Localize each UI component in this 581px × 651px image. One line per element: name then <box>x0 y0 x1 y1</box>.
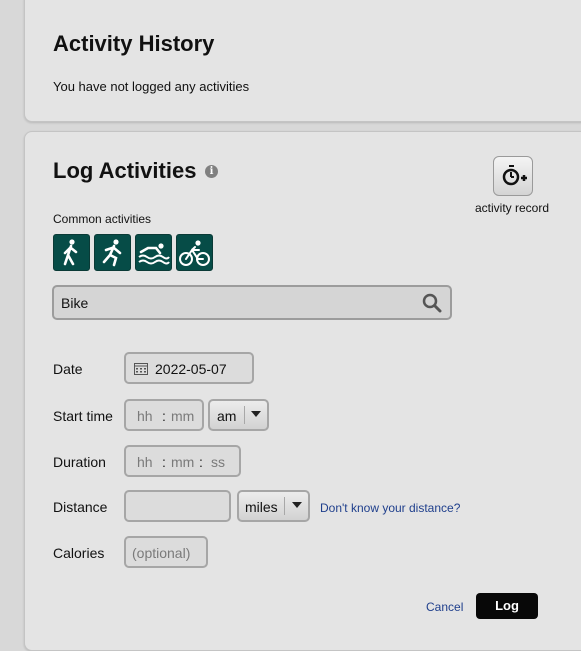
duration-input[interactable]: hh : mm : ss <box>124 445 241 477</box>
chevron-down-icon <box>292 502 302 508</box>
distance-unit-select[interactable]: miles <box>237 490 310 522</box>
date-input[interactable]: 2022-05-07 <box>124 352 254 384</box>
walk-icon <box>63 239 78 266</box>
log-activities-title: Log Activities <box>53 158 197 183</box>
start-time-separator: : <box>162 408 166 424</box>
start-time-mm: mm <box>171 408 195 424</box>
info-icon[interactable]: i <box>205 165 218 178</box>
unknown-distance-link[interactable]: Don't know your distance? <box>320 501 460 515</box>
duration-ss: ss <box>211 454 225 470</box>
select-divider <box>284 497 285 515</box>
chevron-down-icon <box>251 411 261 417</box>
duration-mm: mm <box>171 454 195 470</box>
activity-search-input[interactable]: Bike <box>52 285 452 320</box>
cancel-link[interactable]: Cancel <box>426 600 463 614</box>
activity-history-title: Activity History <box>53 31 215 56</box>
distance-input[interactable] <box>124 490 231 522</box>
distance-unit-value: miles <box>245 499 278 515</box>
activity-record-label: activity record <box>475 201 550 215</box>
duration-hh: hh <box>137 454 153 470</box>
start-time-input[interactable]: hh : mm <box>124 399 204 431</box>
log-button[interactable]: Log <box>476 593 538 619</box>
activity-search-value: Bike <box>61 295 89 311</box>
start-time-hh: hh <box>137 408 153 424</box>
stopwatch-plus-icon <box>502 165 527 186</box>
activity-run-button[interactable] <box>94 234 131 271</box>
duration-label: Duration <box>53 454 106 470</box>
calendar-icon[interactable] <box>134 362 148 375</box>
distance-label: Distance <box>53 499 108 515</box>
activity-walk-button[interactable] <box>53 234 90 271</box>
duration-separator-1: : <box>162 454 166 470</box>
start-time-label: Start time <box>53 408 113 424</box>
ampm-value: am <box>217 408 237 424</box>
common-activities-label: Common activities <box>53 212 152 226</box>
search-icon[interactable] <box>422 293 442 313</box>
activity-history-panel: Activity History You have not logged any… <box>24 0 581 122</box>
calories-input[interactable]: (optional) <box>124 536 208 568</box>
empty-history-message: You have not logged any activities <box>53 79 250 94</box>
duration-separator-2: : <box>199 454 203 470</box>
activity-record-button[interactable] <box>493 156 533 196</box>
activity-bike-button[interactable] <box>176 234 213 271</box>
bike-icon <box>179 240 210 266</box>
calories-placeholder: (optional) <box>132 545 191 561</box>
calories-label: Calories <box>53 545 105 561</box>
swim-icon <box>138 243 170 265</box>
date-label: Date <box>53 361 83 377</box>
log-activities-panel: Log Activities i activity record Common … <box>24 131 581 651</box>
activity-swim-button[interactable] <box>135 234 172 271</box>
run-icon <box>102 239 122 267</box>
date-value: 2022-05-07 <box>155 361 227 377</box>
select-divider <box>244 406 245 424</box>
ampm-select[interactable]: am <box>208 399 269 431</box>
